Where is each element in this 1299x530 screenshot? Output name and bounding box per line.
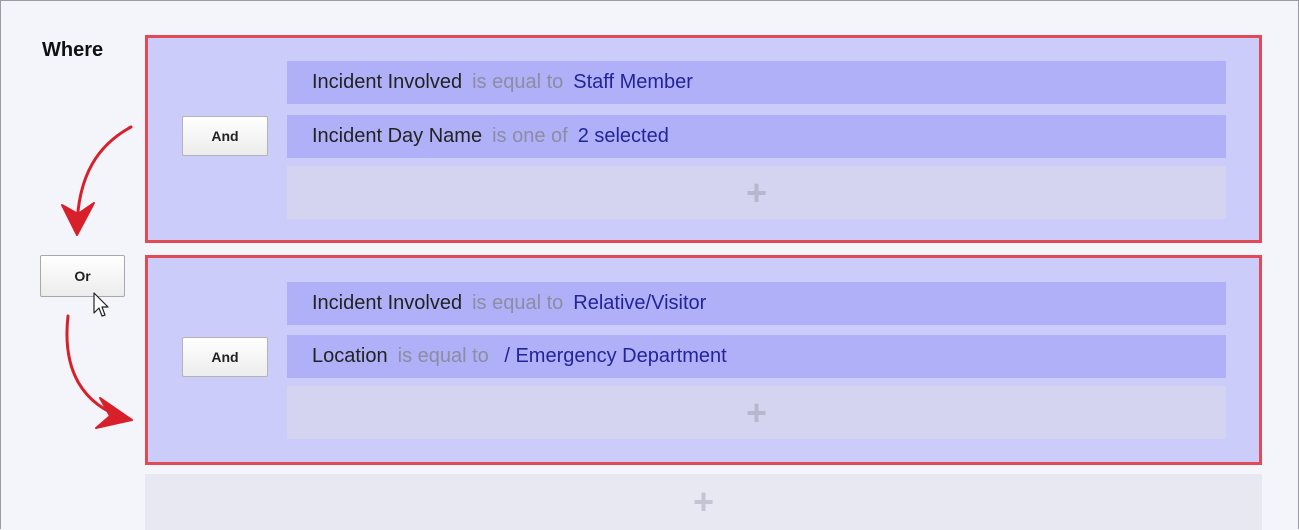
condition-value: 2 selected bbox=[577, 125, 669, 147]
condition-field: Location bbox=[312, 345, 388, 367]
plus-icon: + bbox=[745, 171, 768, 213]
condition-row[interactable]: Incident Day Name is one of 2 selected bbox=[287, 115, 1226, 158]
condition-value: Relative/Visitor bbox=[573, 292, 707, 314]
add-group-button[interactable]: + bbox=[145, 474, 1262, 530]
condition-operator: is one of bbox=[492, 125, 568, 147]
condition-operator: is equal to bbox=[472, 71, 564, 93]
add-condition-button-group-2[interactable]: + bbox=[287, 386, 1226, 439]
plus-icon: + bbox=[745, 391, 768, 433]
condition-field: Incident Day Name bbox=[312, 125, 483, 147]
and-button-group-2[interactable]: And bbox=[182, 337, 268, 377]
condition-group-1: And Incident Involved is equal to Staff … bbox=[145, 35, 1262, 243]
add-condition-button-group-1[interactable]: + bbox=[287, 166, 1226, 219]
plus-icon: + bbox=[692, 481, 715, 522]
condition-field: Incident Involved bbox=[312, 71, 463, 93]
condition-field: Incident Involved bbox=[312, 292, 463, 314]
condition-operator: is equal to bbox=[472, 292, 564, 314]
or-button[interactable]: Or bbox=[40, 255, 125, 297]
condition-row[interactable]: Incident Involved is equal to Relative/V… bbox=[287, 282, 1226, 325]
condition-row[interactable]: Location is equal to / Emergency Departm… bbox=[287, 335, 1226, 378]
condition-value: Staff Member bbox=[573, 71, 693, 93]
condition-row[interactable]: Incident Involved is equal to Staff Memb… bbox=[287, 61, 1226, 104]
condition-value: / Emergency Department bbox=[498, 345, 727, 367]
and-button-group-1[interactable]: And bbox=[182, 116, 268, 156]
condition-operator: is equal to bbox=[397, 345, 489, 367]
where-label: Where bbox=[42, 39, 104, 61]
condition-group-2: And Incident Involved is equal to Relati… bbox=[145, 255, 1262, 465]
